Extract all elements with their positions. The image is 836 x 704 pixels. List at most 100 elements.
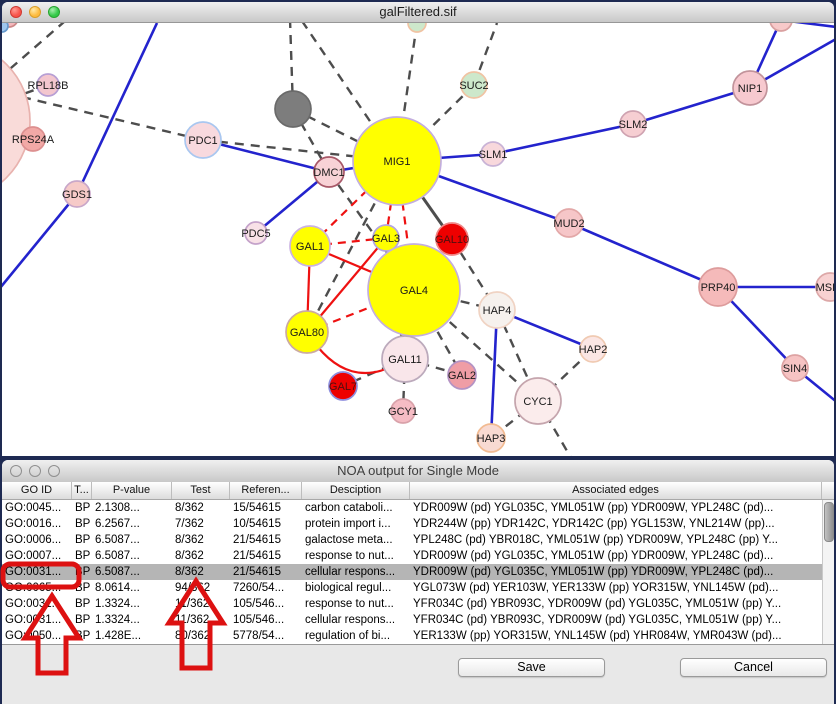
table-row[interactable]: GO:0016...BP6.2567...7/36210/54615protei… xyxy=(2,516,834,532)
zoom-button[interactable] xyxy=(48,465,60,477)
graph-edge[interactable] xyxy=(569,223,718,287)
cell-test: 8/362 xyxy=(172,500,230,516)
window-controls xyxy=(10,6,60,18)
graph-node-label: PDC1 xyxy=(188,135,217,147)
table-row[interactable]: GO:0007...BP6.5087...8/36221/54615respon… xyxy=(2,548,834,564)
noa-window-title: NOA output for Single Mode xyxy=(337,463,499,478)
graph-node-top-left-blue[interactable] xyxy=(2,23,8,32)
cell-go_id: GO:0065... xyxy=(2,580,72,596)
graph-node-gray-node[interactable] xyxy=(275,91,311,127)
graph-edge[interactable] xyxy=(493,124,633,154)
cell-reference: 105/546... xyxy=(230,596,302,612)
cell-description: carbon cataboli... xyxy=(302,500,410,516)
table-header-row: GO IDT...P-valueTestReferen...Desciption… xyxy=(2,482,834,500)
graph-node-top-right-pink[interactable] xyxy=(770,23,792,31)
graph-node-label: HAP4 xyxy=(483,305,512,317)
column-header-description[interactable]: Desciption xyxy=(302,482,410,499)
noa-results-table: GO IDT...P-valueTestReferen...Desciption… xyxy=(2,482,834,645)
save-button[interactable]: Save xyxy=(458,658,605,677)
cell-associated_edges: YGL073W (pd) YER103W, YER133W (pp) YOR31… xyxy=(410,580,834,596)
noa-window-titlebar[interactable]: NOA output for Single Mode xyxy=(2,460,834,483)
noa-output-window: NOA output for Single Mode GO IDT...P-va… xyxy=(2,460,834,704)
graph-node-label: HAP2 xyxy=(579,344,608,356)
cell-description: galactose meta... xyxy=(302,532,410,548)
column-header-spacer xyxy=(822,482,834,499)
cell-p_value: 1.428E... xyxy=(92,628,172,644)
table-row[interactable]: GO:0031...BP1.3324...11/362105/546...res… xyxy=(2,596,834,612)
table-row[interactable]: GO:0031...BP1.3324...11/362105/546...cel… xyxy=(2,612,834,628)
graph-node-label: NIP1 xyxy=(738,83,762,95)
cell-test: 11/362 xyxy=(172,612,230,628)
cell-associated_edges: YFR034C (pd) YBR093C, YDR009W (pd) YGL03… xyxy=(410,596,834,612)
network-window: galFiltered.sif RPL18BRPS24AGDS1PDC1DMC1… xyxy=(2,2,834,456)
cell-associated_edges: YER133W (pp) YOR315W, YNL145W (pd) YHR08… xyxy=(410,628,834,644)
cell-associated_edges: YDR244W (pp) YDR142C, YDR142C (pp) YGL15… xyxy=(410,516,834,532)
graph-node-label: GAL4 xyxy=(400,285,428,297)
cell-type: BP xyxy=(72,628,92,644)
cancel-button[interactable]: Cancel xyxy=(680,658,827,677)
zoom-button[interactable] xyxy=(48,6,60,18)
graph-edge[interactable] xyxy=(203,140,329,172)
close-button[interactable] xyxy=(10,6,22,18)
cell-reference: 21/54615 xyxy=(230,532,302,548)
close-button[interactable] xyxy=(10,465,22,477)
graph-edge[interactable] xyxy=(633,88,750,124)
minimize-button[interactable] xyxy=(29,465,41,477)
cell-go_id: GO:0016... xyxy=(2,516,72,532)
vertical-scrollbar[interactable] xyxy=(822,500,834,644)
cell-associated_edges: YFR034C (pd) YBR093C, YDR009W (pd) YGL03… xyxy=(410,612,834,628)
network-canvas[interactable]: RPL18BRPS24AGDS1PDC1DMC1MIG1SLM1SLM2NIP1… xyxy=(2,23,834,456)
graph-node-label: RPL18B xyxy=(28,80,69,92)
graph-edge[interactable] xyxy=(77,23,157,194)
cell-description: response to nut... xyxy=(302,596,410,612)
table-row[interactable]: GO:0045...BP2.1308...8/36215/54615carbon… xyxy=(2,500,834,516)
cell-go_id: GO:0007... xyxy=(2,548,72,564)
cell-associated_edges: YDR009W (pd) YGL035C, YML051W (pp) YDR00… xyxy=(410,500,834,516)
graph-edge[interactable] xyxy=(2,194,77,288)
graph-node-label: HAP3 xyxy=(477,433,506,445)
cell-reference: 21/54615 xyxy=(230,548,302,564)
graph-edge[interactable] xyxy=(491,310,497,438)
column-header-type[interactable]: T... xyxy=(72,482,92,499)
cell-test: 94/362 xyxy=(172,580,230,596)
graph-node-label: MSL1 xyxy=(816,282,834,294)
table-row[interactable]: GO:0031...BP6.5087...8/36221/54615cellul… xyxy=(2,564,834,580)
cell-reference: 10/54615 xyxy=(230,516,302,532)
graph-node-label: GAL7 xyxy=(329,381,357,393)
cell-go_id: GO:0045... xyxy=(2,500,72,516)
cell-reference: 7260/54... xyxy=(230,580,302,596)
cell-description: cellular respons... xyxy=(302,612,410,628)
table-row[interactable]: GO:0065...BP8.0614...94/3627260/54...bio… xyxy=(2,580,834,596)
cell-type: BP xyxy=(72,532,92,548)
column-header-test[interactable]: Test xyxy=(172,482,230,499)
cell-description: protein import i... xyxy=(302,516,410,532)
graph-node-label: SUC2 xyxy=(459,80,488,92)
cell-type: BP xyxy=(72,500,92,516)
cell-type: BP xyxy=(72,516,92,532)
column-header-associated_edges[interactable]: Associated edges xyxy=(410,482,822,499)
table-row[interactable]: GO:0050...BP1.428E...80/3625778/54...reg… xyxy=(2,628,834,644)
cell-associated_edges: YDR009W (pd) YGL035C, YML051W (pp) YDR00… xyxy=(410,564,834,580)
cell-p_value: 6.2567... xyxy=(92,516,172,532)
noa-window-controls xyxy=(10,465,60,477)
cell-go_id: GO:0050... xyxy=(2,628,72,644)
cell-p_value: 6.5087... xyxy=(92,532,172,548)
table-row[interactable]: GO:0006...BP6.5087...8/36221/54615galact… xyxy=(2,532,834,548)
graph-node-label: SIN4 xyxy=(783,363,807,375)
graph-node-label: CYC1 xyxy=(523,396,552,408)
graph-node-top-green[interactable] xyxy=(408,23,426,32)
cell-test: 7/362 xyxy=(172,516,230,532)
graph-node-label: GAL10 xyxy=(435,234,469,246)
cell-p_value: 8.0614... xyxy=(92,580,172,596)
cell-description: biological regul... xyxy=(302,580,410,596)
scrollbar-thumb[interactable] xyxy=(824,502,834,542)
column-header-go_id[interactable]: GO ID xyxy=(2,482,72,499)
main-window-titlebar[interactable]: galFiltered.sif xyxy=(2,2,834,23)
cell-test: 80/362 xyxy=(172,628,230,644)
graph-node-label: RPS24A xyxy=(12,134,55,146)
cell-test: 8/362 xyxy=(172,532,230,548)
column-header-p_value[interactable]: P-value xyxy=(92,482,172,499)
cell-p_value: 1.3324... xyxy=(92,612,172,628)
minimize-button[interactable] xyxy=(29,6,41,18)
column-header-reference[interactable]: Referen... xyxy=(230,482,302,499)
